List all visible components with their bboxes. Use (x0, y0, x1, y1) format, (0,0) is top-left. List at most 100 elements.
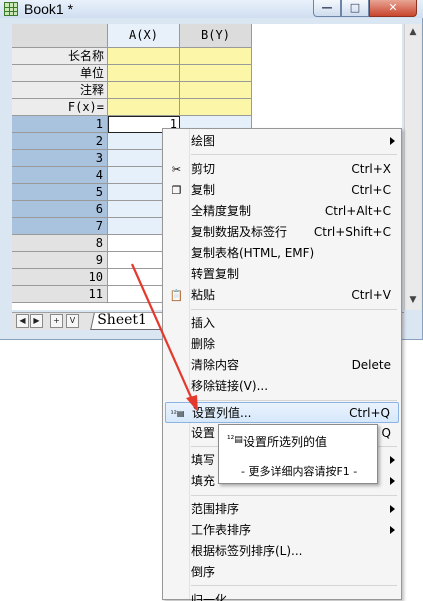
copy-icon: ❐ (171, 184, 182, 197)
context-menu: 绘图 ✂ 剪切 Ctrl+X ❐ 复制 Ctrl+C 全精度复制 Ctrl+Al… (162, 128, 402, 601)
meta-cell[interactable] (180, 82, 252, 99)
menu-item-label: 复制 (191, 183, 216, 197)
menu-item-shortcut: Ctrl+Alt+C (324, 204, 391, 218)
menu-item-label: 清除内容 (191, 358, 240, 372)
row-header[interactable]: 11 (12, 286, 108, 303)
menu-separator (191, 495, 397, 496)
row-header[interactable]: 9 (12, 252, 108, 269)
row-header[interactable]: 7 (12, 218, 108, 235)
tooltip-title: 设置所选列的值 (243, 435, 328, 449)
meta-cell[interactable] (108, 48, 180, 65)
menu-item-copy-table[interactable]: 复制表格(HTML, EMF) (165, 243, 399, 264)
menu-item-copy-full-precision[interactable]: 全精度复制 Ctrl+Alt+C (165, 201, 399, 222)
sheet-menu-button[interactable]: V (66, 314, 79, 328)
meta-label-formula[interactable]: F(x)= (12, 99, 108, 116)
row-header[interactable]: 8 (12, 235, 108, 252)
menu-item-label: 工作表排序 (191, 523, 252, 537)
menu-separator (191, 309, 397, 310)
menu-item-set-column-values[interactable]: ¹²▤ 设置列值... Ctrl+Q (165, 402, 399, 423)
sheet-tab-label: Sheet1 (97, 312, 147, 328)
menu-item-cut[interactable]: ✂ 剪切 Ctrl+X (165, 159, 399, 180)
menu-item-copy[interactable]: ❐ 复制 Ctrl+C (165, 180, 399, 201)
menu-separator (191, 585, 397, 586)
scroll-up-icon[interactable]: ▲ (405, 24, 421, 40)
menu-item-label: 填写 (191, 453, 216, 467)
menu-item-label: 倒序 (191, 565, 216, 579)
minimize-button[interactable]: — (313, 0, 341, 17)
menu-item-shortcut: Q (381, 426, 391, 440)
add-sheet-button[interactable]: + (50, 314, 63, 328)
meta-cell[interactable] (108, 65, 180, 82)
set-values-icon: ¹²▤ (170, 409, 185, 418)
menu-separator (191, 400, 397, 401)
menu-item-shortcut: Ctrl+C (351, 183, 391, 197)
tab-next-icon[interactable]: ▶ (30, 314, 43, 328)
menu-item-clear-contents[interactable]: 清除内容 Delete (165, 355, 399, 376)
tab-prev-icon[interactable]: ◀ (16, 314, 29, 328)
menu-item-label: 归一化 (191, 593, 228, 601)
row-header[interactable]: 2 (12, 133, 108, 150)
meta-label-comments[interactable]: 注释 (12, 82, 108, 99)
vertical-scrollbar[interactable]: ▲ ▼ (404, 24, 421, 310)
meta-cell[interactable] (180, 48, 252, 65)
menu-item-label: 绘图 (191, 134, 216, 148)
meta-label-units[interactable]: 单位 (12, 65, 108, 82)
menu-item-label: 设置 (191, 426, 216, 440)
paste-icon: 📋 (169, 289, 184, 302)
tab-sheet1[interactable]: Sheet1 (90, 312, 168, 330)
menu-item-plot[interactable]: 绘图 (165, 131, 399, 152)
menu-item-worksheet-sort[interactable]: 工作表排序 (165, 520, 399, 541)
column-header-a[interactable]: A(X) (108, 24, 180, 48)
menu-item-shortcut: Ctrl+V (351, 288, 391, 302)
menu-item-label: 粘贴 (191, 288, 216, 302)
grid-corner[interactable] (12, 24, 108, 48)
menu-item-shortcut: Ctrl+Shift+C (313, 225, 391, 239)
menu-item-sort-by-label[interactable]: 根据标签列排序(L)... (165, 541, 399, 562)
column-header-b[interactable]: B(Y) (180, 24, 252, 48)
menu-item-paste[interactable]: 📋 粘贴 Ctrl+V (165, 285, 399, 306)
row-header[interactable]: 1 (12, 116, 108, 133)
menu-item-reverse[interactable]: 倒序 (165, 562, 399, 583)
menu-item-range-sort[interactable]: 范围排序 (165, 499, 399, 520)
menu-item-label: 根据标签列排序(L)... (191, 544, 303, 558)
set-values-icon: ¹²▤ (227, 435, 243, 445)
meta-cell[interactable] (180, 65, 252, 82)
row-header[interactable]: 4 (12, 167, 108, 184)
close-button[interactable]: ✕ (369, 0, 417, 17)
submenu-arrow-icon (390, 137, 395, 145)
submenu-arrow-icon (390, 505, 395, 513)
row-header[interactable]: 5 (12, 184, 108, 201)
submenu-arrow-icon (390, 456, 395, 464)
menu-item-label: 删除 (191, 337, 216, 351)
menu-item-label: 范围排序 (191, 502, 240, 516)
scissors-icon: ✂ (171, 163, 182, 176)
row-header[interactable]: 3 (12, 150, 108, 167)
menu-item-remove-links[interactable]: 移除链接(V)... (165, 376, 399, 397)
menu-item-label: 设置列值... (192, 406, 252, 420)
menu-item-label: 全精度复制 (191, 204, 252, 218)
submenu-arrow-icon (390, 477, 395, 485)
maximize-button[interactable]: □ (341, 0, 369, 17)
menu-item-insert[interactable]: 插入 (165, 313, 399, 334)
title-bar[interactable]: Book1 * — □ ✕ (0, 0, 423, 18)
scroll-down-icon[interactable]: ▼ (405, 292, 421, 308)
menu-item-transpose-copy[interactable]: 转置复制 (165, 264, 399, 285)
submenu-arrow-icon (390, 526, 395, 534)
tooltip-hint: - 更多详细内容请按F1 - (241, 465, 358, 478)
menu-item-shortcut: Ctrl+Q (349, 406, 390, 420)
window-title: Book1 * (24, 1, 74, 17)
meta-cell[interactable] (108, 99, 180, 116)
menu-item-label: 剪切 (191, 162, 216, 176)
meta-cell[interactable] (180, 99, 252, 116)
row-header[interactable]: 10 (12, 269, 108, 286)
meta-cell[interactable] (108, 82, 180, 99)
menu-item-copy-with-labels[interactable]: 复制数据及标签行 Ctrl+Shift+C (165, 222, 399, 243)
menu-item-label: 转置复制 (191, 267, 240, 281)
menu-item-normalize[interactable]: 归一化 (165, 588, 399, 601)
row-header[interactable]: 6 (12, 201, 108, 218)
meta-label-long-name[interactable]: 长名称 (12, 48, 108, 65)
menu-item-delete[interactable]: 删除 (165, 334, 399, 355)
tooltip: ¹²▤ 设置所选列的值 - 更多详细内容请按F1 - (218, 424, 378, 484)
menu-item-label: 复制表格(HTML, EMF) (191, 246, 315, 260)
menu-item-label: 移除链接(V)... (191, 379, 269, 393)
